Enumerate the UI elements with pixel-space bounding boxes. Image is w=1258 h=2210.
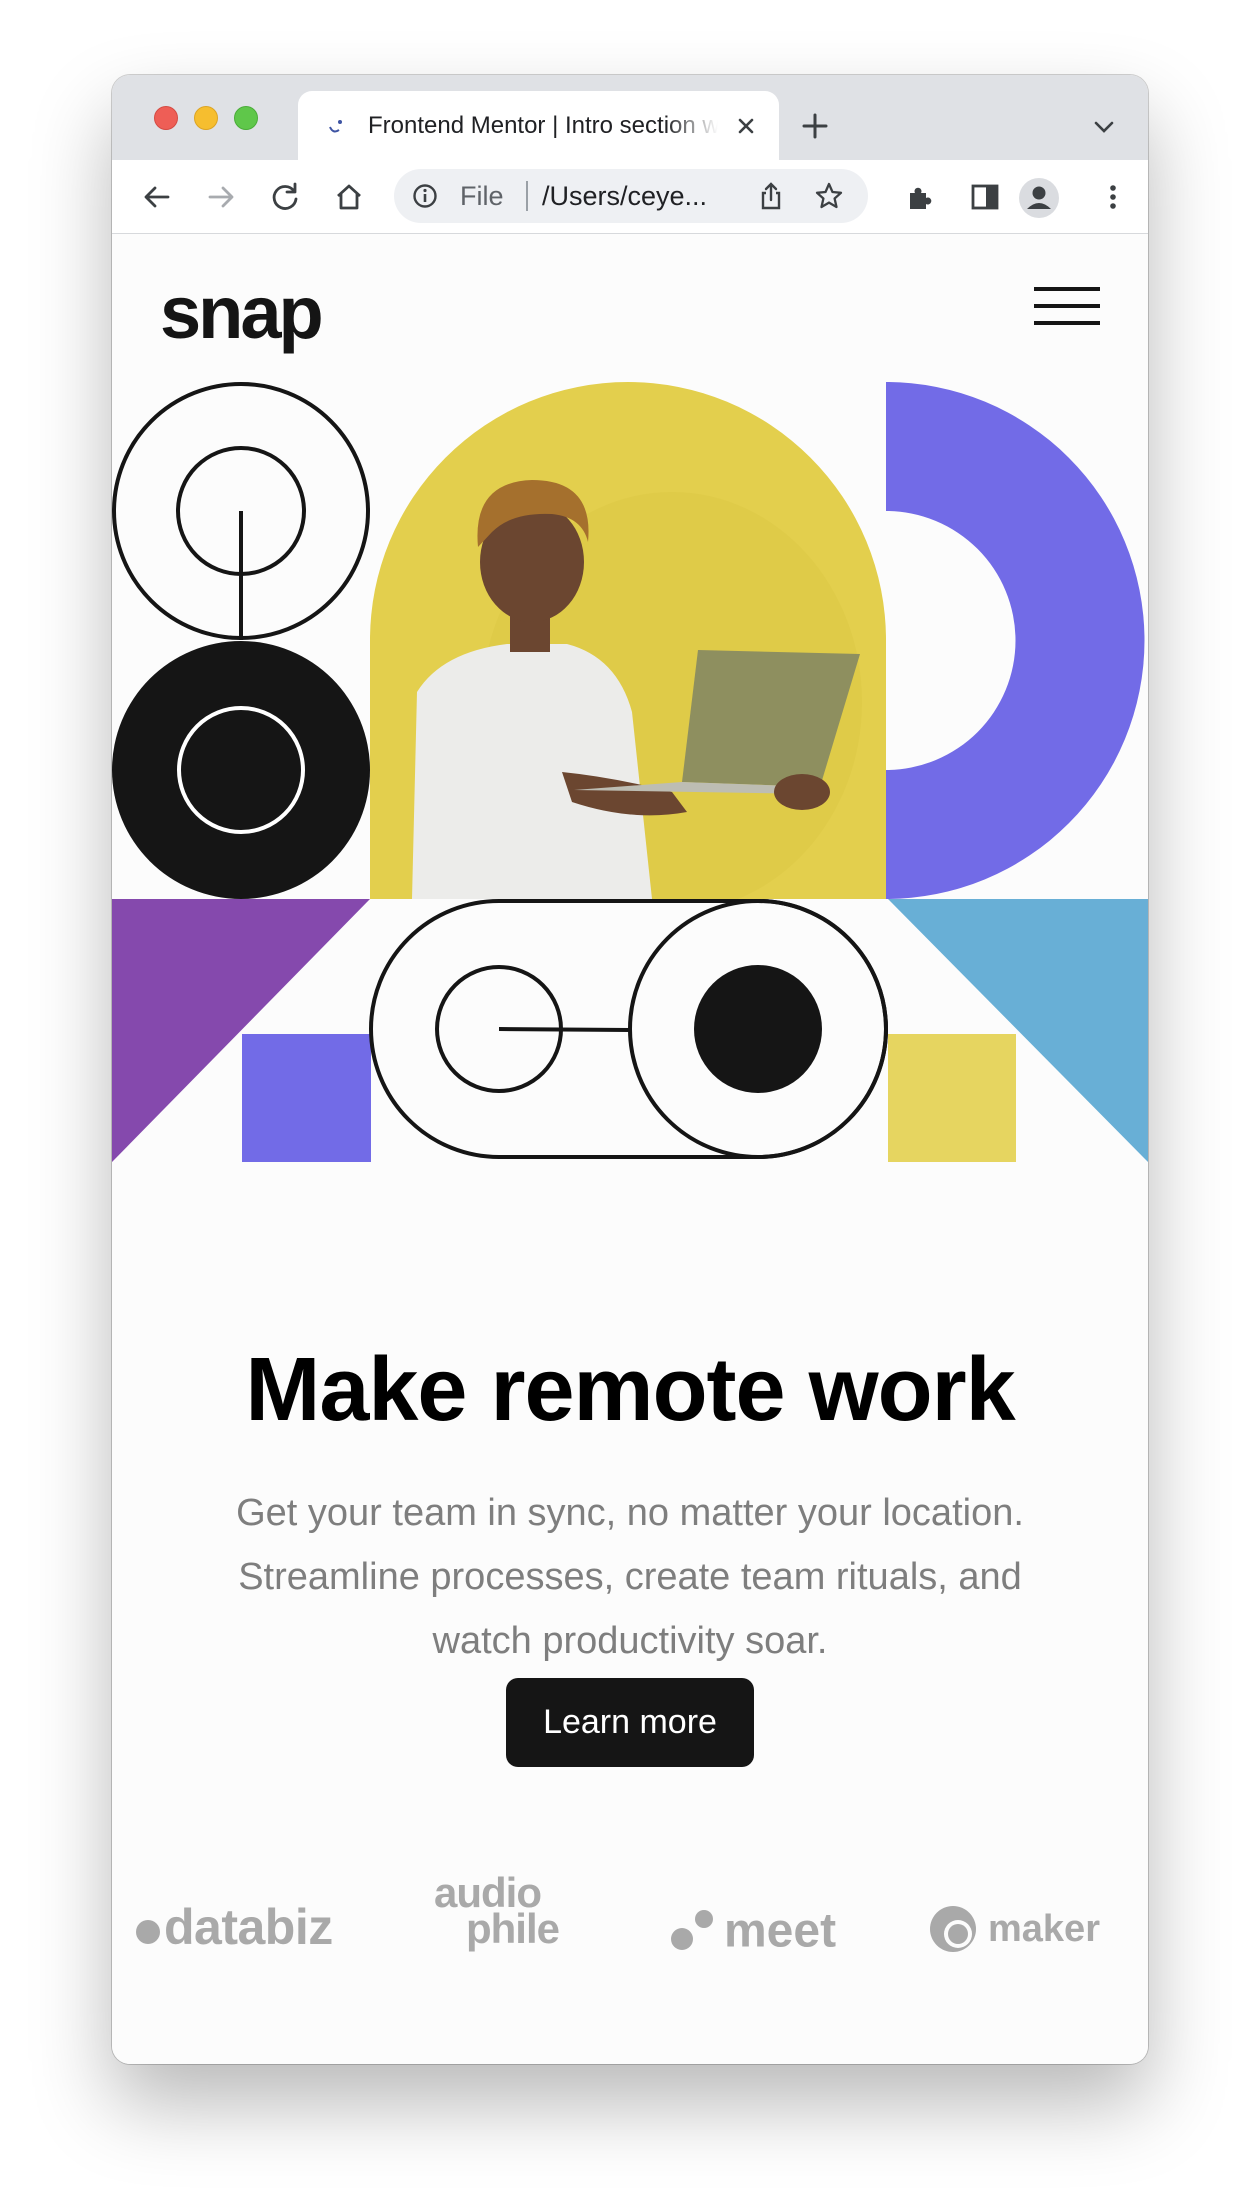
browser-toolbar: File /Users/ceye... [112,160,1148,234]
browser-window: Frontend Mentor | Intro section with dro… [112,75,1148,2064]
minimize-window-button[interactable] [194,106,218,130]
headline: Make remote work [245,1340,1015,1440]
client-logos: databiz audio phile meet maker [112,1872,1148,1975]
address-scheme: File [460,181,504,211]
purple-square-shape [242,1034,371,1162]
yellow-square-shape [888,1034,1016,1162]
browser-tab[interactable]: Frontend Mentor | Intro section with dro… [298,91,779,160]
hero-description: Get your team in sync, no matter your lo… [236,1492,1024,1662]
tab-title: Frontend Mentor | Intro section with dro… [368,112,718,139]
home-icon[interactable] [332,180,366,214]
profile-icon[interactable] [1018,177,1060,219]
databiz-dot-icon [136,1920,160,1944]
hero-photo [370,382,886,899]
reload-icon[interactable] [268,180,302,214]
maximize-window-button[interactable] [234,106,258,130]
client-logo-maker: maker [928,1899,1100,1957]
close-icon[interactable] [733,113,759,139]
maker-label: maker [988,1907,1100,1950]
address-bar[interactable]: File /Users/ceye... [394,169,868,223]
client-logo-audiophile: audio phile [434,1872,560,1952]
plus-icon[interactable] [800,111,830,141]
back-icon[interactable] [140,180,174,214]
extensions-icon[interactable] [904,180,938,214]
chevron-down-icon[interactable] [1092,115,1116,139]
forward-icon[interactable] [204,180,238,214]
share-icon[interactable] [756,181,786,211]
site-logo[interactable]: snap [160,273,324,353]
outline-ring-shape [112,382,370,640]
client-logo-meet: meet [670,1901,836,1959]
pill-shape [369,899,888,1159]
page-content: snap Make remote work Get your team in s… [112,235,1148,2064]
star-icon[interactable] [814,181,844,211]
learn-more-button[interactable]: Learn more [506,1678,754,1767]
address-url[interactable]: /Users/ceye... [542,181,707,211]
close-window-button[interactable] [154,106,178,130]
databiz-label: databiz [164,1899,333,1955]
maker-logo-icon [930,1905,976,1952]
purple-half-ring-shape [886,382,1145,899]
favicon-icon [329,120,342,133]
client-logo-databiz: databiz [136,1899,333,1955]
audiophile-bottom: phile [466,1905,560,1952]
black-disc-shape [112,641,370,899]
sidebar-icon[interactable] [968,180,1002,214]
tab-bar: Frontend Mentor | Intro section with dro… [112,75,1148,160]
address-separator [526,181,528,211]
meet-dots-icon [671,1910,713,1951]
info-icon[interactable] [412,183,438,209]
hamburger-menu-icon[interactable] [1034,287,1100,327]
meet-label: meet [724,1904,837,1958]
menu-dots-icon[interactable] [1096,180,1130,214]
hero-illustration [112,382,1148,1162]
